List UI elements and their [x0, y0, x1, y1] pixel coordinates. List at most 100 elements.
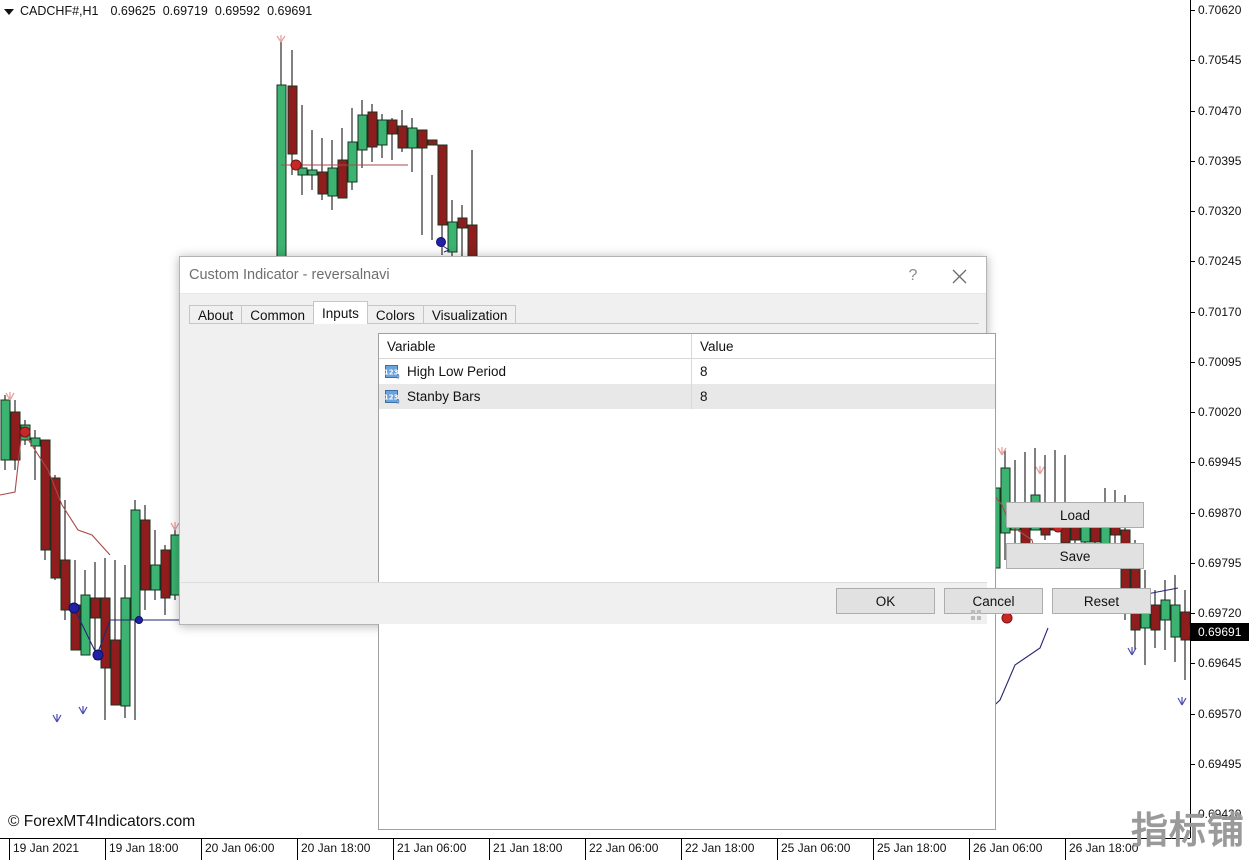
price-tick: [1190, 261, 1195, 262]
price-tick-label: 0.70545: [1198, 53, 1241, 67]
reset-button[interactable]: Reset: [1052, 588, 1151, 614]
dialog-tabs[interactable]: AboutCommonInputsColorsVisualization: [189, 303, 515, 324]
price-tick: [1190, 211, 1195, 212]
column-header-value: Value: [692, 334, 995, 358]
time-tick-label: 22 Jan 06:00: [589, 841, 658, 855]
price-tick-label: 0.69870: [1198, 506, 1241, 520]
svg-text:123: 123: [385, 368, 399, 376]
save-button[interactable]: Save: [1006, 543, 1144, 569]
price-tick: [1190, 111, 1195, 112]
table-header-row: Variable Value: [379, 334, 995, 359]
time-tick-label: 22 Jan 18:00: [685, 841, 754, 855]
time-tick: [9, 838, 10, 860]
price-tick: [1190, 60, 1195, 61]
time-tick-label: 19 Jan 18:00: [109, 841, 178, 855]
time-tick-label: 21 Jan 06:00: [397, 841, 466, 855]
time-tick-label: 19 Jan 2021: [13, 841, 79, 855]
current-price-tick: [1182, 627, 1190, 636]
time-tick-label: 26 Jan 06:00: [973, 841, 1042, 855]
mt4-chart-window: CADCHF#,H1 0.69625 0.69719 0.69592 0.696…: [0, 0, 1249, 860]
triangle-down-icon[interactable]: [4, 9, 14, 15]
time-tick-label: 26 Jan 18:00: [1069, 841, 1138, 855]
price-tick: [1190, 513, 1195, 514]
price-tick: [1190, 613, 1195, 614]
custom-indicator-dialog[interactable]: Custom Indicator - reversalnavi ? AboutC…: [179, 256, 987, 625]
time-tick: [393, 838, 394, 860]
price-tick-label: 0.70095: [1198, 355, 1241, 369]
time-tick-label: 25 Jan 18:00: [877, 841, 946, 855]
ok-button[interactable]: OK: [836, 588, 935, 614]
symbol-quote-bar: CADCHF#,H1 0.69625 0.69719 0.69592 0.696…: [0, 0, 319, 22]
quote-low: 0.69592: [215, 4, 260, 18]
time-tick: [777, 838, 778, 860]
tab-inputs[interactable]: Inputs: [313, 301, 368, 324]
number-123-icon: 123: [385, 365, 400, 379]
price-tick-label: 0.69795: [1198, 556, 1241, 570]
table-row[interactable]: 123 High Low Period 8: [379, 359, 995, 384]
time-tick: [201, 838, 202, 860]
symbol-period-label: CADCHF#,H1: [20, 4, 99, 18]
table-body: 123 High Low Period 8 123 Stanby Bars 8: [379, 359, 995, 409]
load-button[interactable]: Load: [1006, 502, 1144, 528]
dialog-title-bar[interactable]: Custom Indicator - reversalnavi ?: [180, 257, 986, 294]
tab-about[interactable]: About: [189, 305, 242, 324]
variable-name: High Low Period: [407, 364, 506, 379]
price-tick-label: 0.70620: [1198, 3, 1241, 17]
price-tick-label: 0.70020: [1198, 405, 1241, 419]
price-tick-label: 0.69495: [1198, 757, 1241, 771]
time-scale[interactable]: 19 Jan 2021 19 Jan 18:00 20 Jan 06:00 20 Ja…: [0, 838, 1249, 860]
tab-visualization[interactable]: Visualization: [423, 305, 517, 324]
time-tick: [873, 838, 874, 860]
watermark-right: 指标铺: [1131, 812, 1245, 849]
tab-strip-underline: [189, 323, 979, 324]
cancel-button[interactable]: Cancel: [944, 588, 1043, 614]
time-tick: [681, 838, 682, 860]
price-tick: [1190, 663, 1195, 664]
price-tick-label: 0.69570: [1198, 707, 1241, 721]
time-tick: [297, 838, 298, 860]
price-tick: [1190, 161, 1195, 162]
question-mark-icon[interactable]: ?: [898, 263, 928, 289]
price-tick-label: 0.70395: [1198, 154, 1241, 168]
price-tick: [1190, 563, 1195, 564]
time-tick: [489, 838, 490, 860]
price-tick-label: 0.70170: [1198, 305, 1241, 319]
price-tick-label: 0.70245: [1198, 254, 1241, 268]
time-tick-label: 25 Jan 06:00: [781, 841, 850, 855]
current-price-label: 0.69691: [1191, 623, 1249, 641]
price-axis-line: [1190, 0, 1191, 838]
variable-name: Stanby Bars: [407, 389, 481, 404]
time-tick: [585, 838, 586, 860]
time-axis-line: [0, 838, 1190, 839]
price-tick-label: 0.70320: [1198, 204, 1241, 218]
price-tick: [1190, 362, 1195, 363]
dialog-title: Custom Indicator - reversalnavi: [189, 267, 390, 283]
price-tick: [1190, 714, 1195, 715]
cell-value[interactable]: 8: [692, 359, 995, 384]
cell-variable: 123 Stanby Bars: [379, 384, 692, 409]
quote-open: 0.69625: [111, 4, 156, 18]
price-tick: [1190, 462, 1195, 463]
tab-colors[interactable]: Colors: [367, 305, 424, 324]
resize-grip-icon[interactable]: [971, 610, 982, 621]
time-tick: [1065, 838, 1066, 860]
price-tick: [1190, 10, 1195, 11]
price-tick: [1190, 312, 1195, 313]
price-scale[interactable]: 0.70620 0.70545 0.70470 0.70395 0.70320 0.702…: [1190, 0, 1249, 838]
price-tick: [1190, 764, 1195, 765]
close-icon[interactable]: [942, 263, 976, 289]
cell-value[interactable]: 8: [692, 384, 995, 409]
price-tick-label: 0.70470: [1198, 104, 1241, 118]
time-tick-label: 20 Jan 18:00: [301, 841, 370, 855]
watermark-left: © ForexMT4Indicators.com: [8, 813, 195, 831]
quote-high: 0.69719: [163, 4, 208, 18]
column-header-variable: Variable: [379, 334, 692, 358]
cell-variable: 123 High Low Period: [379, 359, 692, 384]
svg-text:123: 123: [385, 393, 399, 401]
tab-common[interactable]: Common: [241, 305, 314, 324]
table-row[interactable]: 123 Stanby Bars 8: [379, 384, 995, 409]
price-tick-label: 0.69720: [1198, 606, 1241, 620]
time-tick-label: 20 Jan 06:00: [205, 841, 274, 855]
time-tick: [969, 838, 970, 860]
number-123-icon: 123: [385, 390, 400, 404]
